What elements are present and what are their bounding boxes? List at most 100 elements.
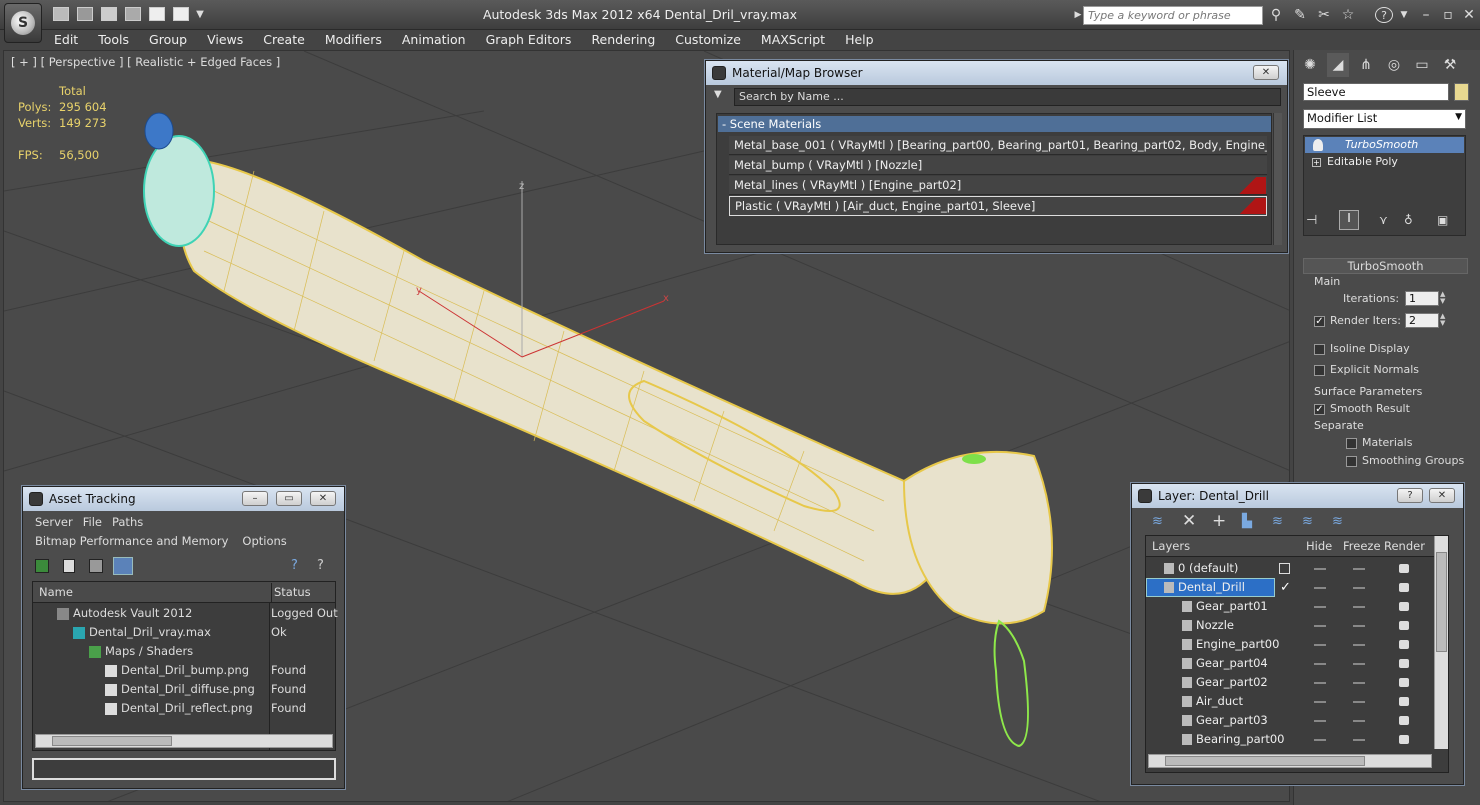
minimize-icon[interactable]: – [242, 491, 268, 506]
scene-materials-group-header[interactable]: - Scene Materials [718, 116, 1271, 132]
column-render-header[interactable]: Render [1384, 537, 1425, 556]
asset-table-hscrollbar[interactable] [35, 734, 333, 748]
render-teapot-icon[interactable] [1399, 583, 1409, 592]
explicit-normals-checkbox[interactable] [1314, 364, 1325, 376]
layer-row[interactable]: Gear_part01 [1146, 597, 1434, 616]
hide-toggle-icon[interactable] [1314, 682, 1326, 684]
column-layers-header[interactable]: Layers [1152, 537, 1190, 556]
motion-tab-icon[interactable]: ◎ [1383, 53, 1405, 77]
isoline-display-row[interactable]: Isoline Display [1314, 342, 1410, 355]
render-teapot-icon[interactable] [1399, 621, 1409, 630]
asset-row[interactable]: Autodesk Vault 2012 [57, 604, 192, 623]
isoline-display-checkbox[interactable] [1314, 343, 1325, 355]
spinner-arrows-icon[interactable]: ▲ ▼ [1440, 313, 1445, 327]
material-item-selected[interactable]: Plastic ( VRayMtl ) [Air_duct, Engine_pa… [729, 196, 1267, 216]
smooth-result-row[interactable]: ✓ Smooth Result [1314, 402, 1410, 415]
scrollbar-thumb[interactable] [1165, 756, 1365, 766]
material-list-scrollbar[interactable] [1273, 113, 1282, 245]
close-icon[interactable]: ✕ [1429, 488, 1455, 503]
menu-rendering[interactable]: Rendering [581, 30, 665, 49]
freeze-toggle-icon[interactable] [1353, 606, 1365, 608]
smoothing-groups-checkbox[interactable] [1346, 455, 1357, 467]
column-status-header[interactable]: Status [271, 583, 311, 602]
layer-row[interactable]: Air_duct [1146, 692, 1434, 711]
viewport-label[interactable]: [ + ] [ Perspective ] [ Realistic + Edge… [11, 55, 280, 69]
menu-server[interactable]: Server [35, 515, 73, 529]
turbosmooth-rollout-header[interactable]: TurboSmooth [1303, 258, 1468, 274]
menu-maxscript[interactable]: MAXScript [751, 30, 835, 49]
hide-toggle-icon[interactable] [1314, 587, 1326, 589]
layer-row[interactable]: Gear_part02 [1146, 673, 1434, 692]
close-icon[interactable]: ✕ [1461, 7, 1477, 23]
application-menu-button[interactable]: S [4, 3, 42, 43]
search-input[interactable]: Type a keyword or phrase [1083, 6, 1263, 25]
menu-file[interactable]: File [83, 515, 102, 529]
asset-path-field[interactable] [32, 758, 336, 780]
stack-item-editable-poly[interactable]: Editable Poly [1305, 154, 1464, 170]
scrollbar-thumb[interactable] [52, 736, 172, 746]
material-item[interactable]: Metal_bump ( VRayMtl ) [Nozzle] [729, 156, 1267, 175]
render-teapot-icon[interactable] [1399, 659, 1409, 668]
smooth-result-checkbox[interactable]: ✓ [1314, 403, 1325, 415]
maximize-icon[interactable]: ▭ [276, 491, 302, 506]
hide-toggle-icon[interactable] [1314, 568, 1326, 570]
hierarchy-tab-icon[interactable]: ⋔ [1355, 53, 1377, 77]
render-teapot-icon[interactable] [1399, 735, 1409, 744]
material-browser-titlebar[interactable]: Material/Map Browser ✕ [706, 61, 1287, 85]
menu-tools[interactable]: Tools [88, 30, 139, 49]
material-item[interactable]: Metal_lines ( VRayMtl ) [Engine_part02] [729, 176, 1267, 195]
layer-row[interactable]: Gear_part03 [1146, 711, 1434, 730]
scrollbar-thumb[interactable] [1436, 552, 1447, 652]
hide-toggle-icon[interactable] [1314, 720, 1326, 722]
render-teapot-icon[interactable] [1399, 678, 1409, 687]
pin-stack-icon[interactable]: ⊣ [1306, 213, 1317, 228]
layer-row[interactable]: 0 (default) [1146, 559, 1434, 578]
help-icon[interactable]: ? [291, 558, 298, 573]
modifier-list-dropdown[interactable]: Modifier List ▼ [1303, 109, 1466, 129]
modify-tab-icon[interactable]: ◢ [1327, 53, 1349, 77]
hide-toggle-icon[interactable] [1314, 606, 1326, 608]
column-name-header[interactable]: Name [39, 583, 73, 602]
current-layer-check-icon[interactable]: ✓ [1280, 578, 1291, 597]
freeze-toggle-icon[interactable] [1353, 587, 1365, 589]
explicit-normals-row[interactable]: Explicit Normals [1314, 363, 1419, 376]
favorites-star-icon[interactable]: ☆ [1340, 7, 1356, 23]
remove-modifier-icon[interactable]: ♁ [1404, 213, 1413, 227]
menu-paths[interactable]: Paths [112, 515, 143, 529]
spinner-arrows-icon[interactable]: ▲ ▼ [1440, 291, 1445, 305]
configure-modifier-sets-icon[interactable]: ▣ [1437, 213, 1448, 227]
freeze-all-icon[interactable]: ≋ [1332, 514, 1343, 529]
menu-animation[interactable]: Animation [392, 30, 476, 49]
freeze-toggle-icon[interactable] [1353, 663, 1365, 665]
add-to-layer-icon[interactable]: + [1212, 511, 1226, 531]
asset-row[interactable]: Dental_Dril_vray.max [73, 623, 211, 642]
display-tab-icon[interactable]: ▭ [1411, 53, 1433, 77]
create-layer-icon[interactable]: ≋ [1152, 514, 1163, 529]
maximize-icon[interactable]: ▫ [1440, 7, 1456, 23]
context-help-icon[interactable]: ? [317, 558, 324, 573]
iterations-spinner[interactable]: 1 [1405, 291, 1439, 306]
layer-hscrollbar[interactable] [1148, 754, 1432, 768]
menu-create[interactable]: Create [253, 30, 315, 49]
menu-views[interactable]: Views [197, 30, 253, 49]
asset-row[interactable]: Dental_Dril_diffuse.png [105, 680, 255, 699]
help-icon[interactable]: ? [1397, 488, 1423, 503]
object-name-field[interactable]: Sleeve [1303, 83, 1449, 101]
menu-group[interactable]: Group [139, 30, 197, 49]
help-dropdown-icon[interactable]: ▼ [1396, 7, 1412, 23]
communication-center-icon[interactable]: ✂ [1316, 7, 1332, 23]
utilities-tab-icon[interactable]: ⚒ [1439, 53, 1461, 77]
browser-options-dropdown-icon[interactable]: ▼ [714, 89, 722, 100]
layer-settings-icon[interactable] [1279, 563, 1290, 574]
close-icon[interactable]: ✕ [310, 491, 336, 506]
smoothing-groups-row[interactable]: Smoothing Groups [1346, 454, 1464, 467]
menu-customize[interactable]: Customize [665, 30, 751, 49]
render-teapot-icon[interactable] [1399, 716, 1409, 725]
menu-graph-editors[interactable]: Graph Editors [476, 30, 582, 49]
delete-layer-icon[interactable]: ✕ [1182, 511, 1196, 531]
binoculars-icon[interactable]: ⚲ [1268, 7, 1284, 23]
material-search-input[interactable]: Search by Name ... [734, 88, 1281, 106]
make-unique-icon[interactable]: ⋎ [1379, 213, 1388, 227]
menu-modifiers[interactable]: Modifiers [315, 30, 392, 49]
freeze-toggle-icon[interactable] [1353, 682, 1365, 684]
